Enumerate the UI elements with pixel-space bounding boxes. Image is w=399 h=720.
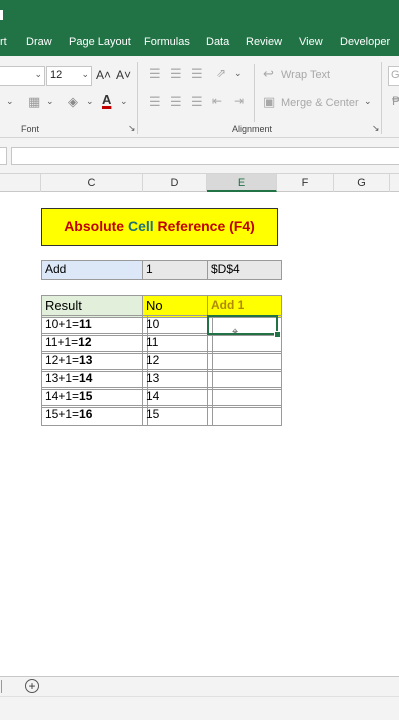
- merge-center-icon[interactable]: ▣: [263, 94, 275, 110]
- result-cell[interactable]: 15+1=16: [41, 405, 148, 426]
- add-label-cell[interactable]: Add: [41, 260, 148, 280]
- wrap-text-button[interactable]: Wrap Text: [281, 69, 330, 81]
- result-answer: 14: [79, 371, 93, 385]
- result-expression: 12+1=: [45, 353, 80, 367]
- fill-color-icon[interactable]: ◈: [68, 94, 78, 110]
- group-separator: [137, 62, 138, 134]
- result-answer: 16: [79, 407, 93, 421]
- chevron-down-icon: ⌄: [81, 69, 89, 79]
- column-header-f[interactable]: F: [277, 174, 334, 192]
- chevron-down-icon[interactable]: ⌄: [364, 96, 372, 107]
- chevron-down-icon[interactable]: ⌄: [46, 96, 54, 107]
- window-edge-icon: [0, 10, 3, 20]
- result-answer: 12: [78, 335, 92, 349]
- top-align-icon[interactable]: ☰: [149, 66, 161, 82]
- tab-developer[interactable]: Developer: [340, 36, 390, 48]
- formula-bar-area: [0, 138, 399, 174]
- column-header-g[interactable]: G: [334, 174, 390, 192]
- no-cell[interactable]: 15: [142, 405, 213, 426]
- tab-formulas[interactable]: Formulas: [144, 36, 190, 48]
- font-size-value: 12: [50, 69, 63, 81]
- column-header-b[interactable]: [0, 174, 41, 192]
- font-name-box[interactable]: ⌄: [0, 66, 45, 86]
- merge-center-button[interactable]: Merge & Center: [281, 97, 359, 109]
- bottom-align-icon[interactable]: ☰: [191, 66, 203, 82]
- tab-data[interactable]: Data: [206, 36, 229, 48]
- result-expression: 13+1=: [45, 371, 80, 385]
- title-part-cell: Cell: [127, 218, 158, 234]
- add-ref-cell[interactable]: $D$4: [207, 260, 282, 280]
- chevron-down-icon[interactable]: ⌄: [86, 96, 94, 107]
- title-part-absolute: Absolute: [64, 218, 128, 234]
- dialog-launcher-icon[interactable]: ↘: [372, 123, 380, 134]
- add-value-cell[interactable]: 1: [142, 260, 213, 280]
- dialog-launcher-icon[interactable]: ↘: [128, 123, 136, 134]
- title-part-reference: Reference (F4): [157, 218, 255, 234]
- tab-draw[interactable]: Draw: [26, 36, 52, 48]
- increase-indent-icon[interactable]: ⇥: [234, 94, 244, 108]
- chevron-down-icon[interactable]: ⌄: [6, 96, 14, 107]
- align-center-icon[interactable]: ☰: [170, 94, 182, 110]
- chevron-down-icon: ⌄: [34, 69, 42, 79]
- tab-view[interactable]: View: [299, 36, 323, 48]
- column-header-e[interactable]: E: [207, 174, 277, 192]
- shrink-font-button[interactable]: A˅: [116, 68, 131, 82]
- chevron-down-icon[interactable]: ⌄: [234, 68, 242, 79]
- add1-cell[interactable]: [207, 405, 282, 426]
- title-bar: [0, 0, 399, 32]
- status-bar: [0, 696, 399, 720]
- number-format-box[interactable]: G: [388, 66, 399, 86]
- grow-font-button[interactable]: A˄: [96, 68, 111, 82]
- result-expression: 15+1=: [45, 407, 80, 421]
- text-cursor-icon: ⌖: [232, 326, 239, 338]
- alignment-group-label: Alignment: [232, 124, 273, 134]
- orientation-icon[interactable]: ⇗: [216, 66, 226, 80]
- align-left-icon[interactable]: ☰: [149, 94, 161, 110]
- result-expression: 14+1=: [45, 389, 80, 403]
- column-header-row: C D E F G: [0, 174, 399, 192]
- column-header-d[interactable]: D: [143, 174, 207, 192]
- result-expression: 11+1=: [45, 335, 79, 349]
- borders-icon[interactable]: ▦: [28, 94, 40, 110]
- group-separator: [254, 64, 255, 122]
- fill-handle[interactable]: [274, 331, 281, 338]
- wrap-text-icon[interactable]: ↩: [263, 66, 274, 82]
- currency-icon[interactable]: ₱: [392, 94, 399, 108]
- active-cell-selection[interactable]: [207, 315, 278, 335]
- new-sheet-plus-icon[interactable]: +: [25, 679, 39, 693]
- sheet-nav-divider: [1, 680, 2, 693]
- result-answer: 11: [79, 317, 92, 331]
- name-box[interactable]: [0, 147, 7, 165]
- font-group-label: Font: [21, 124, 40, 134]
- font-size-box[interactable]: 12 ⌄: [46, 66, 92, 86]
- group-separator: [381, 62, 382, 134]
- result-answer: 13: [79, 353, 93, 367]
- middle-align-icon[interactable]: ☰: [170, 66, 182, 82]
- number-format-value: G: [391, 69, 399, 81]
- sheet-tab-bar: +: [0, 676, 399, 696]
- decrease-indent-icon[interactable]: ⇤: [212, 94, 222, 108]
- result-answer: 15: [79, 389, 93, 403]
- ribbon: ⌄ 12 ⌄ A˄ A˅ ⌄ ▦ ⌄ ◈ ⌄ A ⌄ Font ↘ ☰ ☰ ☰ …: [0, 56, 399, 138]
- font-color-icon[interactable]: A: [102, 92, 111, 107]
- tab-review[interactable]: Review: [246, 36, 282, 48]
- chevron-down-icon[interactable]: ⌄: [120, 96, 128, 107]
- formula-input[interactable]: [11, 147, 399, 165]
- column-header-c[interactable]: C: [41, 174, 143, 192]
- ribbon-tab-bar: rt Draw Page Layout Formulas Data Review…: [0, 32, 399, 56]
- result-expression: 10+1=: [45, 317, 80, 331]
- title-cell[interactable]: Absolute Cell Reference (F4): [41, 208, 278, 246]
- align-right-icon[interactable]: ☰: [191, 94, 203, 110]
- tab-page-layout[interactable]: Page Layout: [69, 36, 131, 48]
- tab-insert-fragment[interactable]: rt: [0, 36, 7, 48]
